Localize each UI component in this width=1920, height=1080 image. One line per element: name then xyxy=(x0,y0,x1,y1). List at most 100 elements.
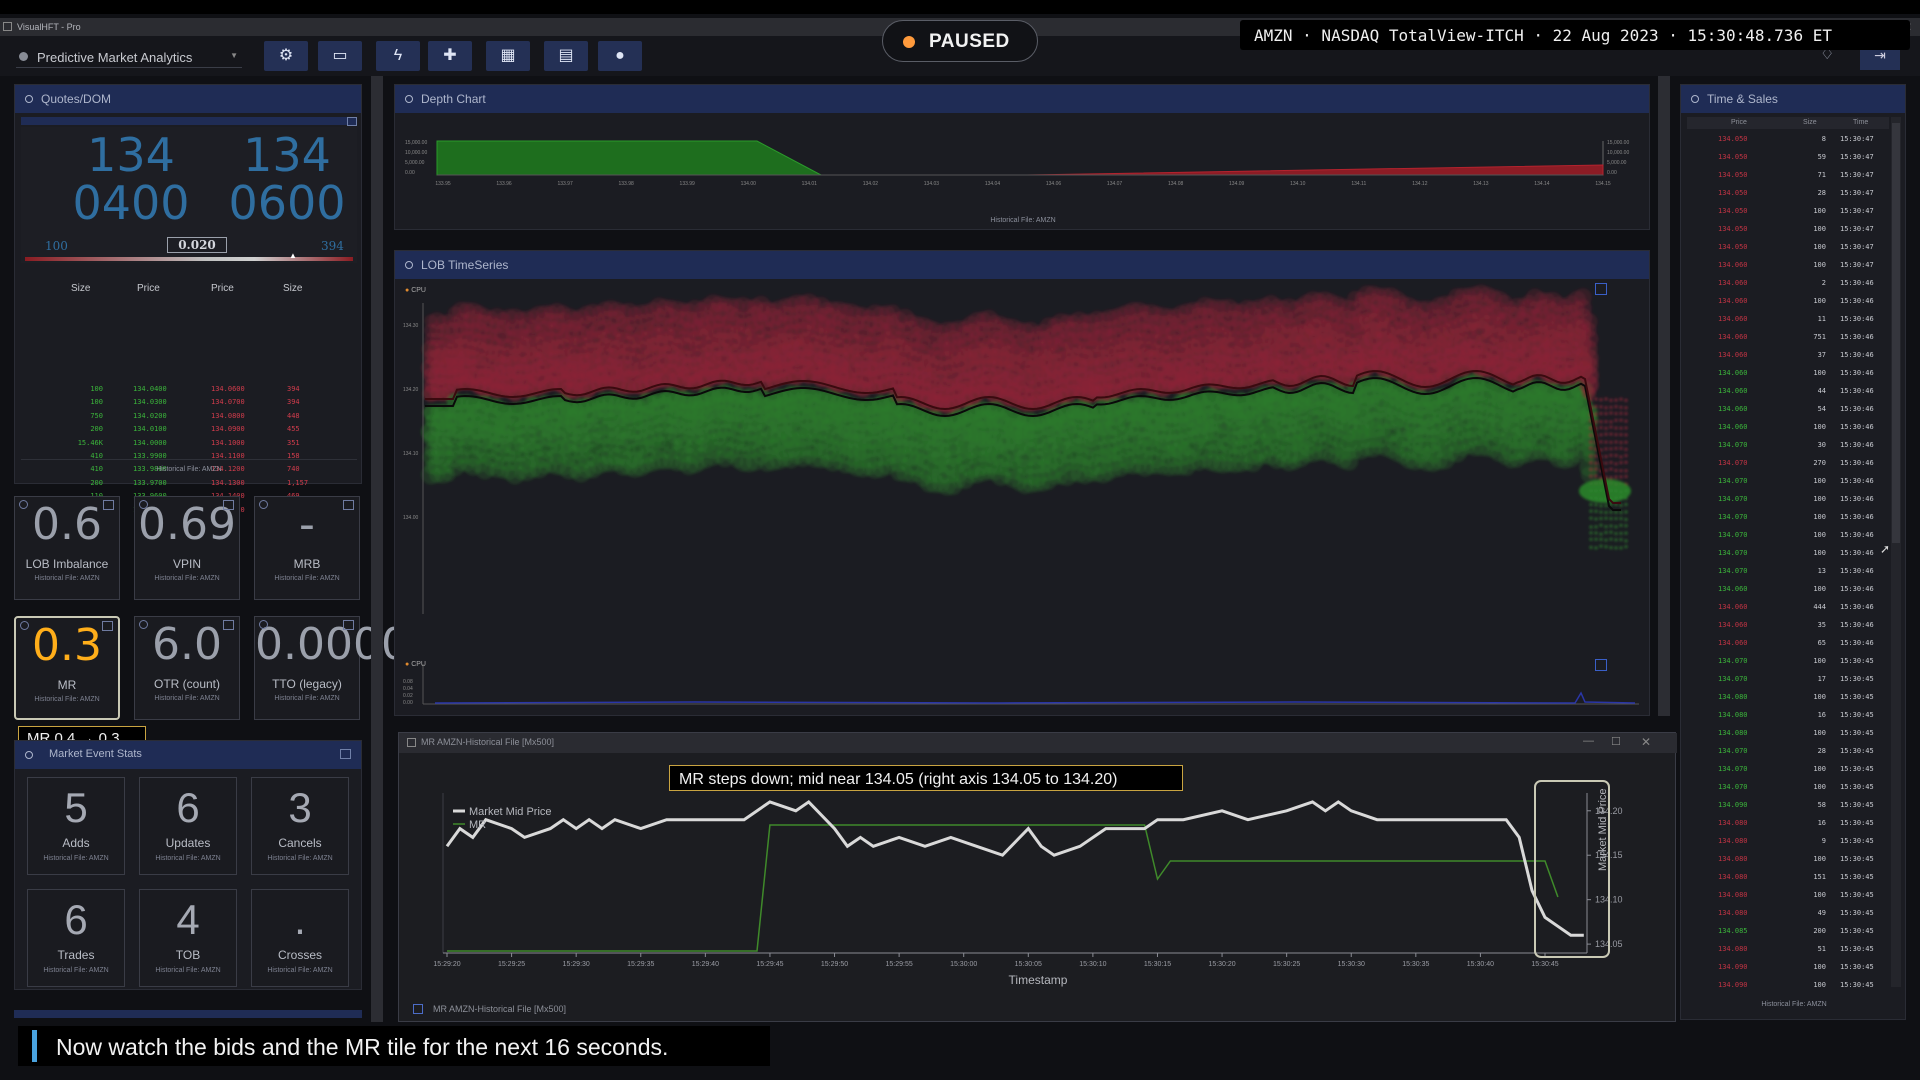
sparse-liquidity-dot xyxy=(1619,418,1623,422)
tile-label: VPIN xyxy=(172,557,201,571)
bid-depth-area xyxy=(436,140,822,176)
time-sales-title: Time & Sales xyxy=(1707,92,1778,106)
analytics-dropdown[interactable]: Predictive Market Analytics ▼ xyxy=(16,46,242,68)
tile-vpin[interactable]: 0.69 VPIN Historical File: AMZN xyxy=(134,496,240,600)
depth-chart-header[interactable]: Depth Chart xyxy=(395,85,1649,113)
tile-expand-icon[interactable] xyxy=(343,620,354,630)
tile-settings-icon[interactable] xyxy=(139,500,148,509)
mr-ylabel: Market Mid Price xyxy=(1597,788,1609,871)
ts-price: 134.050 xyxy=(1718,243,1748,251)
panel-settings-icon[interactable] xyxy=(25,95,33,103)
tile-settings-icon[interactable] xyxy=(19,500,28,509)
ts-price: 134.080 xyxy=(1718,873,1748,881)
tile-tto-legacy[interactable]: 0.0000 TTO (legacy) Historical File: AMZ… xyxy=(254,616,409,720)
sparse-liquidity-dot xyxy=(1624,469,1628,473)
sparse-liquidity-dot xyxy=(1604,454,1608,459)
sparse-liquidity-dot xyxy=(1609,460,1613,465)
sparse-liquidity-dot xyxy=(1604,530,1608,535)
maximize-icon[interactable]: ☐ xyxy=(1611,735,1621,748)
ts-price: 134.080 xyxy=(1718,819,1748,827)
user-button[interactable]: ● xyxy=(598,41,642,71)
close-icon[interactable]: ✕ xyxy=(1641,735,1651,749)
ts-price: 134.080 xyxy=(1718,711,1748,719)
sparse-liquidity-dot xyxy=(1599,516,1603,521)
tile-settings-icon[interactable] xyxy=(259,500,268,509)
quotes-dom-header[interactable]: Quotes/DOM xyxy=(15,85,361,113)
grid-button[interactable]: ▤ xyxy=(544,41,588,71)
depth-x-tick: 134.04 xyxy=(985,181,1001,187)
panel-settings-icon[interactable] xyxy=(405,95,413,103)
window-title: VisualHFT - Pro xyxy=(17,22,81,32)
tile-settings-icon[interactable] xyxy=(259,620,268,629)
mr-footer-text: MR AMZN-Historical File [Mx500] xyxy=(433,1004,567,1014)
plugins-button[interactable]: ✚ xyxy=(428,41,472,71)
center-scrollbar[interactable] xyxy=(1658,76,1670,716)
dom-bid-price: 134.0200 xyxy=(133,411,167,420)
tile-otr-count[interactable]: 6.0 OTR (count) Historical File: AMZN xyxy=(134,616,240,720)
dom-ask-price: 134.0700 xyxy=(211,398,245,407)
stat-adds: 5 Adds Historical File: AMZN xyxy=(27,777,125,875)
lob-header[interactable]: LOB TimeSeries xyxy=(395,251,1649,279)
mr-window-titlebar[interactable]: MR AMZN-Historical File [Mx500] — ☐ ✕ xyxy=(399,733,1677,753)
monitor-button[interactable]: ▭ xyxy=(318,41,362,71)
tile-expand-icon[interactable] xyxy=(103,500,114,510)
minimize-icon[interactable]: — xyxy=(1583,735,1594,747)
ts-price: 134.060 xyxy=(1718,405,1748,413)
tile-mrb[interactable]: - MRB Historical File: AMZN xyxy=(254,496,360,600)
subtitle-text: Now watch the bids and the MR tile for t… xyxy=(56,1034,669,1060)
sparse-liquidity-dot xyxy=(1614,411,1618,416)
ts-time: 15:30:45 xyxy=(1840,909,1874,917)
ts-price: 134.060 xyxy=(1718,423,1748,431)
settings-button[interactable]: ⚙ xyxy=(264,41,308,71)
ts-size: 65 xyxy=(1817,639,1826,647)
bolt-button[interactable]: ϟ xyxy=(376,41,420,71)
tile-expand-icon[interactable] xyxy=(223,500,234,510)
left-scrollbar[interactable] xyxy=(371,76,383,1022)
ts-price: 134.080 xyxy=(1718,945,1748,953)
tile-expand-icon[interactable] xyxy=(102,621,113,631)
ts-scroll-thumb[interactable] xyxy=(1892,123,1900,543)
panel-settings-icon[interactable] xyxy=(25,751,33,759)
tile-expand-icon[interactable] xyxy=(223,620,234,630)
ts-size: 100 xyxy=(1813,297,1826,305)
ts-size: 100 xyxy=(1813,207,1826,215)
best-quote-box: 134 0400 134 0600 100 0.020 394 ▲ xyxy=(21,127,357,263)
depth-chart-footer: Historical File: AMZN xyxy=(990,217,1056,224)
depth-x-tick: 134.14 xyxy=(1534,181,1550,187)
tile-mr[interactable]: 0.3 MR Historical File: AMZN xyxy=(14,616,120,720)
tile-settings-icon[interactable] xyxy=(139,620,148,629)
tile-lob-imbalance[interactable]: 0.6 LOB Imbalance Historical File: AMZN xyxy=(14,496,120,600)
ts-row: 134.070 13 15:30:46 xyxy=(1686,567,1874,585)
expand-icon[interactable] xyxy=(347,117,357,126)
dom-bid-size: 750 xyxy=(90,411,103,420)
panel-settings-icon[interactable] xyxy=(405,261,413,269)
tile-settings-icon[interactable] xyxy=(20,621,29,630)
sparse-liquidity-dot xyxy=(1609,537,1613,541)
tile-expand-icon[interactable] xyxy=(343,500,354,510)
sparse-liquidity-dot xyxy=(1624,517,1628,522)
panel-settings-icon[interactable] xyxy=(1691,95,1699,103)
dom-ask-size: 394 xyxy=(287,385,300,393)
time-sales-header[interactable]: Time & Sales xyxy=(1681,85,1905,113)
tile-label: TTO (legacy) xyxy=(272,677,342,691)
lob-y-tick: 134.10 xyxy=(403,451,419,457)
sparse-liquidity-dot xyxy=(1609,425,1613,429)
market-stats-header[interactable]: Market Event Stats xyxy=(15,741,361,769)
sparse-liquidity-dot xyxy=(1589,525,1593,529)
ts-scrollbar[interactable] xyxy=(1891,117,1901,987)
sparse-liquidity-dot xyxy=(1614,475,1618,479)
stat-value: 3 xyxy=(288,784,312,831)
analytics-chart-button[interactable]: ▦ xyxy=(486,41,530,71)
ts-time: 15:30:45 xyxy=(1840,837,1874,845)
paused-badge[interactable]: PAUSED xyxy=(882,20,1038,62)
dom-ask-size: 394 xyxy=(287,398,300,407)
ts-row: 134.060 444 15:30:46 xyxy=(1686,603,1874,621)
lob-popout-icon-lower[interactable] xyxy=(1595,659,1607,671)
sparse-liquidity-dot xyxy=(1619,411,1623,416)
dom-ask-price: 134.1300 xyxy=(211,478,245,487)
ts-time: 15:30:46 xyxy=(1840,279,1874,287)
expand-icon[interactable] xyxy=(340,749,351,759)
ts-size: 100 xyxy=(1813,783,1826,791)
sparse-liquidity-dot xyxy=(1599,523,1603,527)
lob-popout-icon[interactable] xyxy=(1595,283,1607,295)
